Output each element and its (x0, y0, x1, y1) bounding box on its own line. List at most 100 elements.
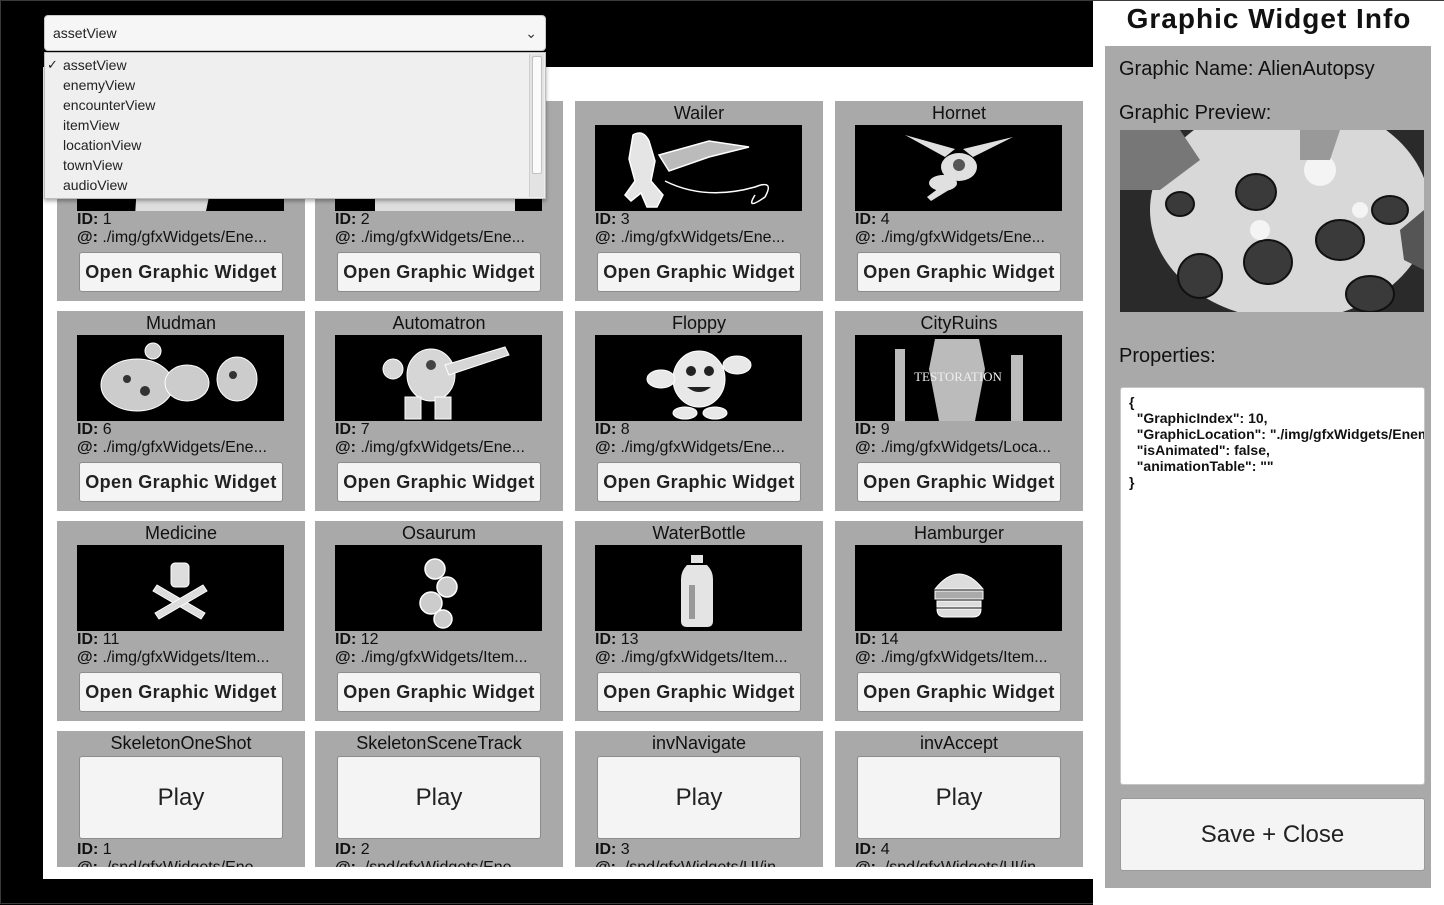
dropdown-option-assetview[interactable]: ✓ assetView (45, 55, 529, 75)
dropdown-scrollbar[interactable] (529, 54, 544, 197)
audio-card: SkeletonSceneTrack Play ID: 2 @: ./snd/g… (315, 731, 563, 867)
id-label: ID: (855, 631, 877, 648)
overlay-text: TESTORATION (914, 369, 1002, 384)
graphic-thumbnail (855, 125, 1062, 211)
play-button[interactable]: Play (597, 756, 801, 839)
open-graphic-widget-button[interactable]: Open Graphic Widget (337, 462, 541, 502)
asset-path: ./snd/gfxWidgets/Ene... (360, 859, 525, 867)
id-label: ID: (595, 631, 617, 648)
id-label: ID: (77, 421, 99, 438)
id-label: ID: (595, 421, 617, 438)
app-window: Open Graphic Widget Open Graphic Widget … (0, 0, 1444, 905)
path-label: @: (77, 649, 98, 666)
dropdown-option-label: encounterView (63, 97, 156, 113)
path-label: @: (595, 229, 616, 246)
play-button[interactable]: Play (79, 756, 283, 839)
id-label: ID: (335, 421, 357, 438)
dropdown-option-label: assetView (63, 57, 127, 73)
dropdown-option-locationview[interactable]: locationView (45, 135, 529, 155)
save-close-button[interactable]: Save + Close (1120, 798, 1425, 871)
asset-path: ./snd/gfxWidgets/UI/in... (620, 859, 789, 867)
asset-path: ./img/gfxWidgets/Ene... (620, 229, 785, 246)
dropdown-option-label: enemyView (63, 77, 136, 93)
asset-card: Wailer ID: 3 @: ./img/gfxWidgets/Ene... … (575, 101, 823, 301)
asset-card: Medicine ID: 11 @: ./img/gfxWidgets/Item… (57, 521, 305, 721)
asset-card: Hornet ID: 4 @: ./img/gfxWidgets/Ene... … (835, 101, 1083, 301)
play-button[interactable]: Play (857, 756, 1061, 839)
asset-id: 7 (360, 421, 370, 438)
properties-label: Properties: (1119, 345, 1216, 367)
path-label: @: (855, 859, 876, 867)
asset-path: ./img/gfxWidgets/Item... (360, 649, 528, 666)
asset-path: ./img/gfxWidgets/Loca... (880, 439, 1052, 456)
id-label: ID: (77, 631, 99, 648)
asset-id: 3 (620, 211, 630, 228)
open-graphic-widget-button[interactable]: Open Graphic Widget (79, 252, 283, 292)
id-label: ID: (335, 841, 357, 858)
id-label: ID: (595, 211, 617, 228)
open-graphic-widget-button[interactable]: Open Graphic Widget (857, 672, 1061, 712)
audio-card: invNavigate Play ID: 3 @: ./snd/gfxWidge… (575, 731, 823, 867)
open-graphic-widget-button[interactable]: Open Graphic Widget (79, 462, 283, 502)
asset-card: Automatron ID: 7 @: ./img/gfxWidgets/Ene… (315, 311, 563, 511)
dropdown-option-encounterview[interactable]: encounterView (45, 95, 529, 115)
dropdown-option-enemyview[interactable]: enemyView (45, 75, 529, 95)
open-graphic-widget-button[interactable]: Open Graphic Widget (337, 252, 541, 292)
asset-name: invNavigate (651, 733, 747, 753)
path-label: @: (595, 649, 616, 666)
graphic-name: Graphic Name: AlienAutopsy (1119, 58, 1375, 80)
play-button[interactable]: Play (337, 756, 541, 839)
view-select-value: assetView (53, 25, 117, 41)
asset-name: invAccept (919, 733, 999, 753)
asset-name: Wailer (673, 103, 725, 123)
asset-name: Mudman (145, 313, 217, 333)
properties-textarea[interactable]: { "GraphicIndex": 10, "GraphicLocation":… (1120, 387, 1425, 785)
view-select-dropdown[interactable]: ✓ assetView enemyView encounterView itemV… (44, 52, 546, 199)
path-label: @: (335, 439, 356, 456)
audio-card: SkeletonOneShot Play ID: 1 @: ./snd/gfxW… (57, 731, 305, 867)
open-graphic-widget-button[interactable]: Open Graphic Widget (597, 252, 801, 292)
asset-path: ./img/gfxWidgets/Ene... (360, 229, 525, 246)
dropdown-option-townview[interactable]: townView (45, 155, 529, 175)
open-graphic-widget-button[interactable]: Open Graphic Widget (857, 462, 1061, 502)
view-select[interactable]: assetView ⌄ (44, 15, 546, 51)
id-label: ID: (335, 211, 357, 228)
open-graphic-widget-button[interactable]: Open Graphic Widget (597, 462, 801, 502)
asset-name: SkeletonSceneTrack (356, 733, 522, 753)
open-graphic-widget-button[interactable]: Open Graphic Widget (79, 672, 283, 712)
panel-title: Graphic Widget Info (1126, 3, 1412, 34)
dropdown-option-label: locationView (63, 137, 142, 153)
asset-id: 8 (620, 421, 630, 438)
dropdown-option-label: audioView (63, 177, 128, 193)
asset-id: 4 (880, 211, 890, 228)
asset-path: ./img/gfxWidgets/Ene... (102, 439, 267, 456)
dropdown-option-label: itemView (63, 117, 120, 133)
graphic-widget-info-panel: Graphic Widget Info Graphic Name: AlienA… (1093, 1, 1444, 905)
graphic-thumbnail (595, 125, 802, 211)
asset-id: 2 (360, 211, 370, 228)
asset-path: ./img/gfxWidgets/Item... (880, 649, 1048, 666)
open-graphic-widget-button[interactable]: Open Graphic Widget (337, 672, 541, 712)
path-label: @: (335, 859, 356, 867)
asset-path: ./snd/gfxWidgets/Ene... (102, 859, 267, 867)
path-label: @: (595, 859, 616, 867)
graphic-thumbnail (77, 545, 284, 631)
asset-card: Hamburger ID: 14 @: ./img/gfxWidgets/Ite… (835, 521, 1083, 721)
asset-id: 9 (880, 421, 890, 438)
asset-id: 11 (102, 631, 120, 648)
checkmark-icon: ✓ (47, 57, 58, 72)
chevron-down-icon: ⌄ (525, 25, 537, 41)
dropdown-option-label: townView (63, 157, 123, 173)
dropdown-option-itemview[interactable]: itemView (45, 115, 529, 135)
dropdown-option-audioview[interactable]: audioView (45, 175, 529, 195)
asset-name: SkeletonOneShot (110, 733, 252, 753)
id-label: ID: (77, 211, 99, 228)
asset-id: 1 (102, 211, 112, 228)
asset-id: 1 (102, 841, 112, 858)
asset-path: ./img/gfxWidgets/Ene... (360, 439, 525, 456)
audio-card: invAccept Play ID: 4 @: ./snd/gfxWidgets… (835, 731, 1083, 867)
path-label: @: (855, 439, 876, 456)
open-graphic-widget-button[interactable]: Open Graphic Widget (597, 672, 801, 712)
open-graphic-widget-button[interactable]: Open Graphic Widget (857, 252, 1061, 292)
dropdown-scrollbar-thumb[interactable] (532, 56, 542, 174)
